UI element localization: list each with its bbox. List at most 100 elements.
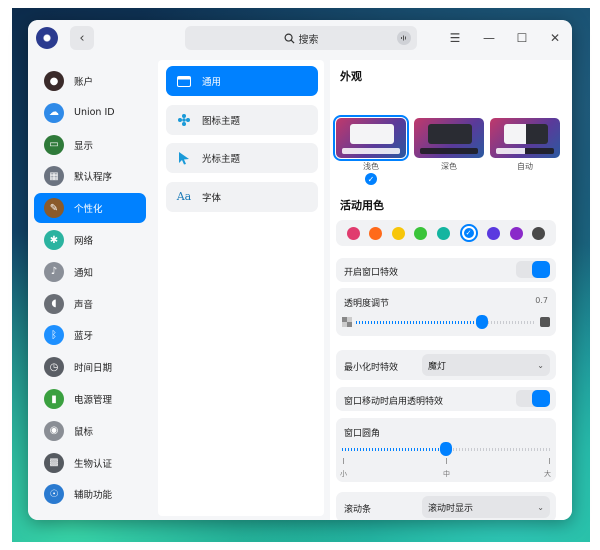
window-corner-label: 窗口圆角 — [344, 429, 381, 439]
accent-color-swatch[interactable]: ✓ — [459, 224, 478, 242]
scrollbar-value: 滚动时显示 — [428, 503, 474, 514]
network-icon: ✱ — [44, 230, 64, 250]
accent-color-picker: ✓ — [336, 220, 556, 246]
sidebar-item[interactable]: ◉ 鼠标 — [34, 416, 146, 446]
subpanel-item-label: 图标主题 — [202, 115, 241, 127]
cursor-icon — [176, 150, 192, 166]
personalization-subpanel: 通用图标主题光标主题 Aa 字体 — [158, 60, 324, 516]
theme-auto-preview — [490, 118, 560, 158]
subpanel-item-label: 光标主题 — [202, 154, 241, 165]
theme-label: 自动 — [517, 162, 533, 171]
transparency-label: 透明度调节 — [344, 299, 390, 309]
theme-light[interactable]: 浅色 — [333, 115, 409, 172]
tick-mark — [549, 458, 550, 464]
subpanel-item[interactable]: Aa 字体 — [166, 181, 318, 212]
sidebar-item-label: 默认程序 — [74, 172, 113, 184]
minimize-effect-label: 最小化时特效 — [344, 363, 399, 373]
sidebar-item[interactable]: ▦ 默认程序 — [34, 161, 146, 191]
sidebar-item[interactable]: ☉ 辅助功能 — [34, 479, 146, 509]
maximize-button[interactable]: ☐ — [512, 28, 532, 48]
display-icon: ▭ — [44, 134, 64, 155]
accent-color-swatch[interactable] — [509, 226, 523, 240]
voice-input-icon[interactable] — [397, 31, 411, 45]
sidebar-item[interactable]: ✱ 网络 — [34, 225, 146, 255]
close-button[interactable]: ✕ — [545, 28, 565, 48]
accent-color-title: 活动用色 — [340, 199, 384, 212]
mouse-icon: ◉ — [44, 420, 64, 441]
sidebar-item-label: 个性化 — [74, 204, 103, 216]
sidebar-item-label: 显示 — [74, 140, 94, 152]
accessibility-icon: ☉ — [44, 484, 64, 505]
subpanel-item[interactable]: 通用 — [166, 66, 318, 96]
corner-tick-medium: 中 — [443, 470, 450, 478]
sidebar-item-label: 蓝牙 — [74, 331, 94, 343]
subpanel-item[interactable]: 光标主题 — [166, 143, 318, 173]
sidebar-item[interactable]: ♪ 通知 — [34, 257, 146, 287]
menu-icon: ☰ — [449, 31, 461, 45]
sound-icon: ◖ — [44, 293, 64, 314]
frame-edge — [0, 0, 600, 8]
sidebar-item-label: 鼠标 — [74, 426, 94, 438]
sidebar-item-label: 网络 — [74, 236, 94, 247]
sidebar-item[interactable]: ◷ 时间日期 — [34, 352, 146, 382]
theme-auto[interactable]: 自动 — [490, 118, 560, 172]
search-placeholder: 搜索 — [298, 34, 319, 46]
sidebar-item[interactable]: ✎ 个性化 — [34, 193, 146, 224]
theme-dark[interactable]: 深色 — [414, 118, 484, 172]
default-apps-icon: ▦ — [44, 166, 64, 187]
corner-tick-small: 小 — [340, 470, 347, 478]
minimize-effect-row: 最小化时特效 魔灯 ⌄ — [336, 350, 556, 380]
transparency-row: 透明度调节 0.7 — [336, 288, 556, 336]
titlebar: ‹ 搜索 ☰ — ☐ ✕ — [28, 20, 572, 56]
minimize-effect-select[interactable]: 魔灯 ⌄ — [422, 354, 550, 376]
sidebar-item[interactable]: ● 账户 — [34, 66, 146, 96]
minimize-button[interactable]: — — [479, 28, 499, 48]
sidebar-item[interactable]: ◖ 声音 — [34, 289, 146, 319]
clock-icon: ◷ — [44, 357, 64, 378]
window-effect-toggle[interactable] — [516, 261, 550, 278]
search-icon — [284, 33, 295, 44]
chevron-down-icon: ⌄ — [537, 360, 544, 370]
window-corner-row: 窗口圆角 小 中 大 — [336, 418, 556, 482]
theme-light-preview — [333, 115, 409, 161]
minimize-icon: — — [483, 31, 495, 45]
appearance-title: 外观 — [340, 70, 362, 83]
corner-slider-handle[interactable] — [440, 442, 452, 456]
sidebar-item[interactable]: ▮ 电源管理 — [34, 384, 146, 414]
accent-color-swatch[interactable] — [487, 226, 501, 240]
search-input[interactable]: 搜索 — [185, 26, 417, 50]
subpanel-item[interactable]: 图标主题 — [166, 104, 318, 135]
move-transparent-toggle[interactable] — [516, 390, 550, 407]
sidebar-item[interactable]: ▩ 生物认证 — [34, 448, 146, 478]
bluetooth-icon: ᛒ — [44, 325, 64, 346]
sidebar-item[interactable]: ᛒ 蓝牙 — [34, 320, 146, 350]
transparency-slider-handle[interactable] — [476, 315, 488, 329]
sidebar-item-label: 声音 — [74, 299, 94, 311]
accent-color-swatch[interactable] — [369, 226, 383, 240]
subpanel-item-label: 字体 — [202, 192, 222, 204]
sidebar-item-label: 通知 — [74, 267, 94, 279]
transparency-low-icon — [342, 317, 352, 327]
battery-icon: ▮ — [44, 389, 64, 409]
move-transparent-row: 窗口移动时启用透明特效 — [336, 387, 556, 411]
accent-color-swatch[interactable] — [436, 226, 450, 240]
theme-label: 深色 — [441, 162, 457, 171]
control-center-window: ‹ 搜索 ☰ — ☐ ✕ ● 账户 ☁ Union ID ▭ 显示 ▦ 默认程序 ✎ 个性化 ✱ 网络… — [28, 20, 572, 520]
icon-theme-icon — [176, 112, 192, 128]
accent-color-swatch[interactable] — [346, 226, 360, 240]
move-transparent-label: 窗口移动时启用透明特效 — [344, 397, 444, 407]
sidebar-item-label: 电源管理 — [74, 395, 113, 406]
transparency-value: 0.7 — [535, 296, 548, 305]
menu-button[interactable]: ☰ — [445, 28, 465, 48]
scrollbar-select[interactable]: 滚动时显示 ⌄ — [422, 496, 550, 518]
sidebar-item[interactable]: ☁ Union ID — [34, 98, 146, 128]
sidebar-item-label: 辅助功能 — [74, 490, 113, 502]
window-effect-row: 开启窗口特效 — [336, 258, 556, 282]
chevron-left-icon: ‹ — [79, 30, 85, 46]
back-button[interactable]: ‹ — [70, 26, 94, 50]
sidebar: ● 账户 ☁ Union ID ▭ 显示 ▦ 默认程序 ✎ 个性化 ✱ 网络 ♪ 通知 ◖ 声音 ᛒ 蓝牙 ◷ 时间日… — [28, 60, 152, 520]
accent-color-swatch[interactable] — [391, 226, 405, 240]
accent-color-swatch[interactable] — [414, 226, 428, 240]
sidebar-item[interactable]: ▭ 显示 — [34, 130, 146, 160]
accent-color-swatch[interactable] — [532, 226, 546, 240]
